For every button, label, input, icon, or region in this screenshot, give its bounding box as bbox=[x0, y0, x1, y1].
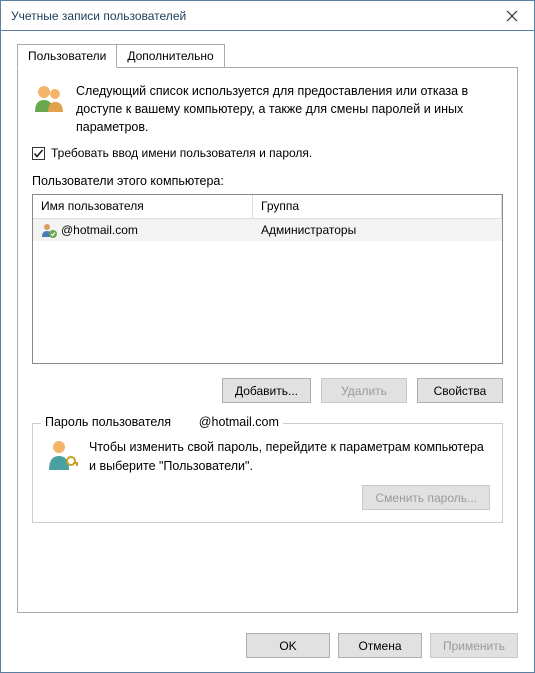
cancel-button[interactable]: Отмена bbox=[338, 633, 422, 658]
password-text: Чтобы изменить свой пароль, перейдите к … bbox=[89, 438, 490, 475]
add-button[interactable]: Добавить... bbox=[222, 378, 311, 403]
ok-button[interactable]: OK bbox=[246, 633, 330, 658]
close-icon bbox=[506, 10, 518, 22]
password-groupbox-title: Пароль пользователя @hotmail.com bbox=[41, 415, 283, 429]
intro-block: Следующий список используется для предос… bbox=[32, 82, 503, 136]
tab-panel-users: Следующий список используется для предос… bbox=[17, 67, 518, 613]
groupbox-title-suffix: @hotmail.com bbox=[199, 415, 279, 429]
window-title: Учетные записи пользователей bbox=[1, 9, 489, 23]
check-icon bbox=[33, 148, 44, 159]
listview-header: Имя пользователя Группа bbox=[33, 195, 502, 219]
column-header-user[interactable]: Имя пользователя bbox=[33, 195, 253, 218]
content-area: Пользователи Дополнительно Следующий спи… bbox=[1, 31, 534, 623]
tab-strip: Пользователи Дополнительно bbox=[17, 44, 518, 68]
remove-button[interactable]: Удалить bbox=[321, 378, 407, 403]
user-cell-username: @hotmail.com bbox=[61, 223, 138, 237]
tab-advanced[interactable]: Дополнительно bbox=[116, 44, 224, 68]
require-login-label: Требовать ввод имени пользователя и паро… bbox=[51, 146, 312, 160]
user-row-icon bbox=[41, 222, 57, 238]
password-btn-row: Сменить пароль... bbox=[45, 485, 490, 510]
close-button[interactable] bbox=[489, 1, 534, 30]
properties-button[interactable]: Свойства bbox=[417, 378, 503, 403]
titlebar: Учетные записи пользователей bbox=[1, 1, 534, 31]
user-accounts-window: Учетные записи пользователей Пользовател… bbox=[0, 0, 535, 673]
table-row[interactable]: @hotmail.com Администраторы bbox=[33, 219, 502, 241]
require-login-checkbox[interactable] bbox=[32, 147, 45, 160]
tab-users[interactable]: Пользователи bbox=[17, 44, 117, 68]
password-content: Чтобы изменить свой пароль, перейдите к … bbox=[45, 438, 490, 475]
column-header-group[interactable]: Группа bbox=[253, 195, 502, 218]
intro-text: Следующий список используется для предос… bbox=[76, 82, 503, 136]
user-key-icon bbox=[45, 438, 79, 475]
change-password-button[interactable]: Сменить пароль... bbox=[362, 485, 490, 510]
dialog-buttons: OK Отмена Применить bbox=[1, 623, 534, 672]
apply-button[interactable]: Применить bbox=[430, 633, 518, 658]
password-groupbox: Пароль пользователя @hotmail.com Чтобы и… bbox=[32, 423, 503, 523]
users-icon bbox=[32, 82, 66, 136]
users-list-heading: Пользователи этого компьютера: bbox=[32, 174, 503, 188]
list-buttons-row: Добавить... Удалить Свойства bbox=[32, 378, 503, 403]
require-login-row[interactable]: Требовать ввод имени пользователя и паро… bbox=[32, 146, 503, 160]
users-listview[interactable]: Имя пользователя Группа @ bbox=[32, 194, 503, 364]
groupbox-title-prefix: Пароль пользователя bbox=[45, 415, 174, 429]
user-cell-group: Администраторы bbox=[253, 221, 502, 239]
